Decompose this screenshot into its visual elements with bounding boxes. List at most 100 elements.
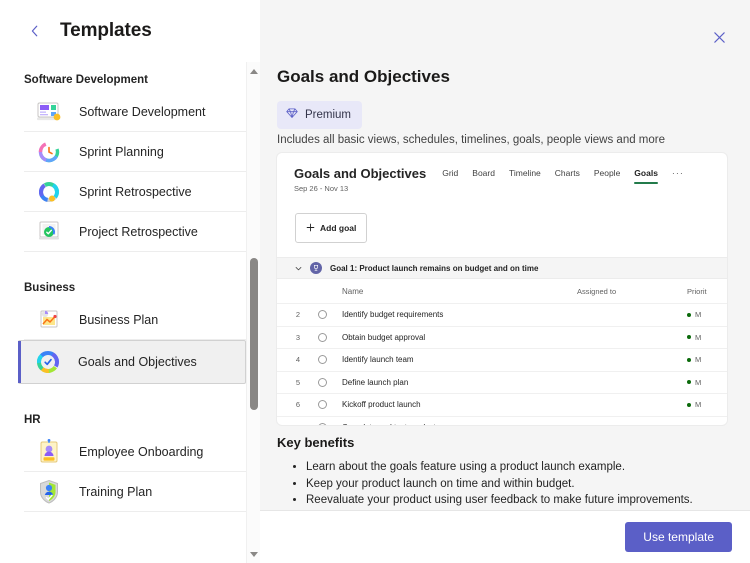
sidebar-item-goals-and-objectives[interactable]: Goals and Objectives [18, 340, 246, 384]
row-number: 7 [287, 423, 309, 425]
table-row[interactable]: 7 Complete and test product M [277, 416, 727, 426]
sidebar-item-label: Project Retrospective [79, 225, 198, 239]
row-name: Identify launch team [335, 355, 577, 364]
row-number: 5 [287, 378, 309, 387]
row-checkbox[interactable] [309, 310, 335, 319]
sidebar-header: Templates [0, 0, 260, 62]
row-checkbox[interactable] [309, 400, 335, 409]
chevron-down-icon[interactable] [295, 259, 302, 277]
row-name: Obtain budget approval [335, 333, 577, 342]
priority-dot-icon [687, 403, 691, 407]
more-options-icon[interactable]: ··· [672, 168, 684, 178]
sidebar-scroll-area: Software Development Software Developmen [0, 62, 260, 563]
tab-board[interactable]: Board [472, 168, 495, 184]
tab-grid[interactable]: Grid [442, 168, 458, 184]
add-goal-label: Add goal [320, 223, 356, 233]
list-item: Keep your product launch on time and wit… [306, 476, 693, 493]
priority-dot-icon [687, 380, 691, 384]
preview-title-block: Goals and Objectives Sep 26 - Nov 13 [294, 166, 426, 193]
template-preview-card: Goals and Objectives Sep 26 - Nov 13 Gri… [277, 153, 727, 425]
table-row[interactable]: 2 Identify budget requirements M [277, 303, 727, 326]
row-name: Kickoff product launch [335, 400, 577, 409]
sidebar-item-sprint-retrospective[interactable]: Sprint Retrospective [24, 172, 246, 212]
row-number: 2 [287, 310, 309, 319]
sidebar-item-label: Sprint Planning [79, 145, 164, 159]
sidebar-item-project-retrospective[interactable]: Project Retrospective [24, 212, 246, 252]
tab-goals[interactable]: Goals [634, 168, 658, 184]
row-priority: M [687, 310, 727, 319]
sidebar-item-business-plan[interactable]: Business Plan [24, 300, 246, 340]
sidebar-item-label: Business Plan [79, 313, 158, 327]
table-row[interactable]: 6 Kickoff product launch M [277, 393, 727, 416]
row-number: 6 [287, 400, 309, 409]
project-retrospective-icon [32, 217, 66, 247]
row-name: Define launch plan [335, 378, 577, 387]
goal-group-row[interactable]: Goal 1: Product launch remains on budget… [277, 257, 727, 279]
row-name: Identify budget requirements [335, 310, 577, 319]
col-header-priority: Priorit [687, 287, 727, 296]
key-benefits-list: Learn about the goals feature using a pr… [306, 459, 693, 509]
tab-people[interactable]: People [594, 168, 620, 184]
status-badge-label: Premium [305, 109, 351, 121]
scroll-up-arrow-icon[interactable] [247, 64, 261, 78]
row-checkbox[interactable] [309, 423, 335, 425]
list-item: Reevaluate your product using user feedb… [306, 492, 693, 509]
sidebar-item-label: Software Development [79, 105, 205, 119]
priority-dot-icon [687, 313, 691, 317]
tab-timeline[interactable]: Timeline [509, 168, 541, 184]
row-checkbox[interactable] [309, 355, 335, 364]
row-checkbox[interactable] [309, 378, 335, 387]
row-name: Complete and test product [335, 423, 577, 425]
software-development-icon [32, 97, 66, 127]
key-benefits-title: Key benefits [277, 435, 354, 450]
add-goal-button[interactable]: Add goal [295, 213, 367, 243]
detail-title: Goals and Objectives [277, 67, 450, 87]
preview-header: Goals and Objectives Sep 26 - Nov 13 Gri… [277, 153, 727, 193]
sidebar-group-label-hr: HR [0, 384, 260, 432]
goal-trophy-icon [310, 262, 322, 274]
sidebar-item-software-development[interactable]: Software Development [24, 92, 246, 132]
row-number: 4 [287, 355, 309, 364]
row-priority: M [687, 333, 727, 342]
diamond-icon [286, 106, 298, 124]
sidebar-item-employee-onboarding[interactable]: Employee Onboarding [24, 432, 246, 472]
templates-sidebar: Templates Software Development [0, 0, 260, 563]
business-plan-icon [32, 305, 66, 335]
sidebar-group-label-software-development: Software Development [0, 62, 260, 92]
tab-charts[interactable]: Charts [555, 168, 580, 184]
page-title: Templates [60, 20, 152, 42]
template-detail-panel: Goals and Objectives Premium Includes al… [260, 0, 750, 563]
sidebar-item-training-plan[interactable]: Training Plan [24, 472, 246, 512]
close-icon[interactable] [708, 26, 730, 48]
detail-subtitle: Includes all basic views, schedules, tim… [277, 134, 665, 146]
row-priority: M [687, 423, 727, 425]
row-number: 3 [287, 333, 309, 342]
row-priority: M [687, 378, 727, 387]
sidebar-item-label: Goals and Objectives [78, 355, 197, 369]
goals-objectives-icon [31, 347, 65, 377]
chevron-left-icon[interactable] [28, 24, 42, 38]
sidebar-item-label: Employee Onboarding [79, 445, 203, 459]
list-item: Learn about the goals feature using a pr… [306, 459, 693, 476]
sprint-retrospective-icon [32, 177, 66, 207]
row-priority: M [687, 355, 727, 364]
row-checkbox[interactable] [309, 333, 335, 342]
plus-icon [306, 219, 315, 237]
table-row[interactable]: 3 Obtain budget approval M [277, 326, 727, 349]
goals-table: Name Assigned to Priorit 2 Identify budg… [277, 279, 727, 425]
status-badge[interactable]: Premium [277, 101, 362, 129]
table-row[interactable]: 4 Identify launch team M [277, 348, 727, 371]
priority-dot-icon [687, 358, 691, 362]
sidebar-item-sprint-planning[interactable]: Sprint Planning [24, 132, 246, 172]
sidebar-scrollbar[interactable] [246, 62, 260, 563]
preview-title: Goals and Objectives [294, 166, 426, 181]
scrollbar-thumb[interactable] [250, 258, 258, 410]
sidebar-item-label: Training Plan [79, 485, 152, 499]
col-header-assigned-to: Assigned to [577, 287, 687, 296]
training-plan-icon [32, 477, 66, 507]
priority-dot-icon [687, 335, 691, 339]
sidebar-item-label: Sprint Retrospective [79, 185, 192, 199]
scroll-down-arrow-icon[interactable] [247, 547, 261, 561]
use-template-button[interactable]: Use template [625, 522, 732, 552]
table-row[interactable]: 5 Define launch plan M [277, 371, 727, 394]
